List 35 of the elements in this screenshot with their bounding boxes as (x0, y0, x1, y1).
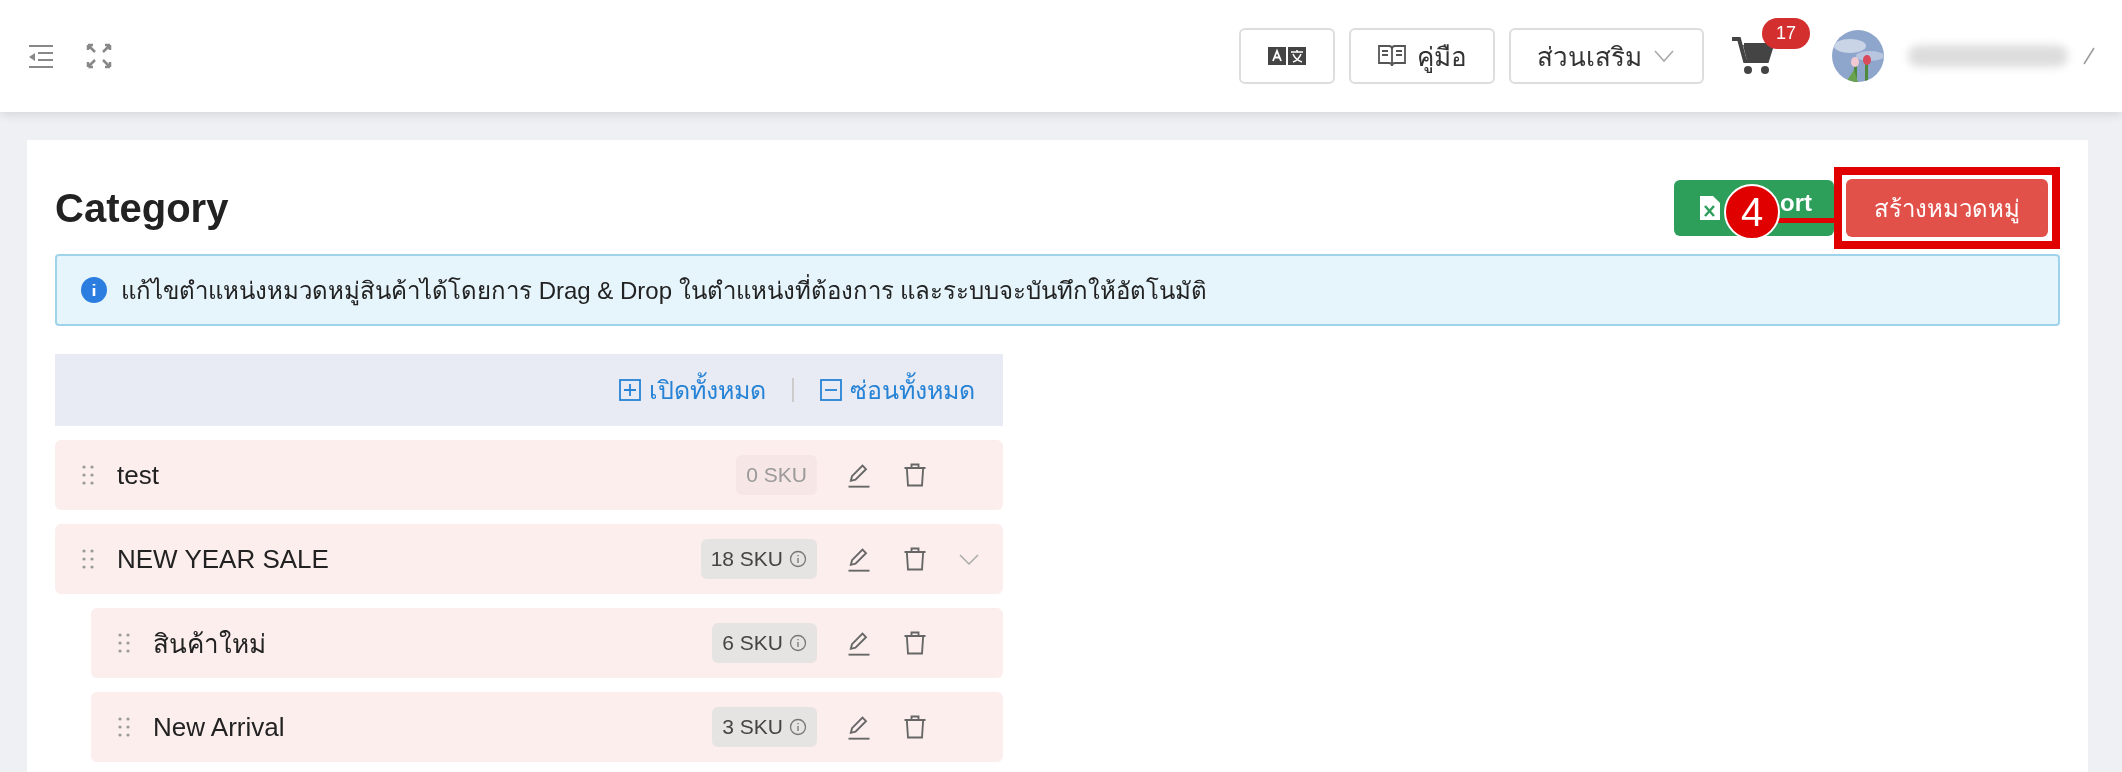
plus-square-icon (619, 379, 641, 401)
excel-file-icon (1700, 196, 1720, 220)
info-text: แก้ไขตำแหน่งหมวดหมู่สินค้าได้โดยการ Drag & Drop ในตำแหน่งที่ต้องการ และระบบจะบันทึกให้อัตโนมัติ (121, 273, 1208, 308)
category-row[interactable]: New Arrival 3 SKU (91, 692, 1003, 762)
sku-count: 6 SKU (712, 623, 817, 663)
info-icon[interactable] (789, 550, 807, 568)
info-icon[interactable] (789, 634, 807, 652)
page-title: Category (55, 185, 230, 231)
category-name: test (117, 459, 160, 491)
drag-handle-icon[interactable] (117, 716, 131, 738)
info-icon[interactable] (789, 718, 807, 736)
drag-handle-icon[interactable] (117, 632, 131, 654)
sku-count: 0 SKU (736, 455, 817, 495)
fullscreen-icon[interactable] (84, 41, 114, 71)
category-name: NEW YEAR SALE (117, 543, 330, 575)
category-name: สินค้าใหม่ (153, 627, 267, 661)
cart-count-badge: 17 (1762, 18, 1811, 49)
minus-square-icon (820, 379, 842, 401)
drag-handle-icon[interactable] (81, 548, 95, 570)
drag-handle-icon[interactable] (81, 464, 95, 486)
book-icon (1377, 43, 1407, 69)
create-category-button[interactable]: สร้างหมวดหมู่ (1846, 179, 2048, 237)
sku-count: 3 SKU (712, 707, 817, 747)
info-icon (81, 277, 107, 303)
chevron-down-icon (1652, 48, 1676, 64)
slash-icon (2082, 46, 2096, 66)
category-name: New Arrival (153, 711, 286, 743)
sku-count: 18 SKU (700, 539, 817, 579)
translate-icon (1267, 45, 1307, 67)
category-row[interactable]: สินค้าใหม่ 6 SKU (91, 608, 1003, 678)
addons-dropdown[interactable]: ส่วนเสริม (1509, 28, 1704, 84)
category-row[interactable]: NEW YEAR SALE 18 SKU (55, 524, 1003, 594)
translate-button[interactable] (1239, 28, 1335, 84)
cart-icon[interactable] (1732, 36, 1774, 76)
guide-button[interactable]: คู่มือ (1349, 28, 1495, 84)
